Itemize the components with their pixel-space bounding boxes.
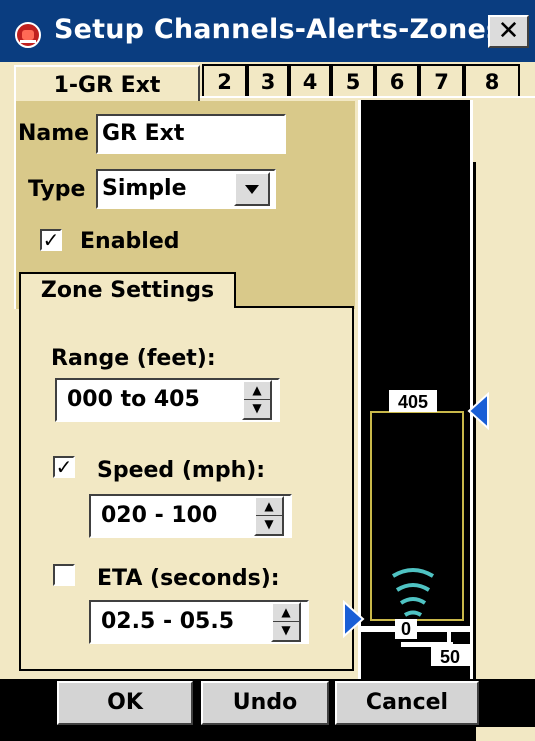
checkmark-icon: ✓ [42,228,60,252]
tab-label: 3 [260,70,276,94]
eta-value: 02.5 - 05.5 [101,609,235,634]
spin-down-icon[interactable]: ▼ [256,516,282,534]
zone-diagram: 405 0 50 [361,390,470,667]
close-button[interactable]: ✕ [488,15,529,48]
type-label: Type [28,177,86,202]
tab-7[interactable]: 7 [419,64,464,98]
spin-down-icon[interactable]: ▼ [244,400,270,418]
undo-button[interactable]: Undo [201,681,329,725]
zone-tab-join [21,302,234,308]
zone-settings-group: Range (feet): 000 to 405 ▲ ▼ ✓ Speed (mp… [19,306,354,671]
speed-checkbox[interactable]: ✓ [53,456,75,478]
name-field[interactable]: GR Ext [96,114,286,154]
signal-icon [391,568,435,617]
tab-divider [200,96,535,98]
button-bar: OK Undo Cancel [0,679,535,727]
range-field[interactable]: 000 to 405 ▲ ▼ [55,378,280,422]
right-margin [473,162,535,741]
tab-label: 6 [389,70,405,94]
type-select[interactable]: Simple [96,169,276,209]
title-bar: Setup Channels-Alerts-Zones ✕ [0,0,535,62]
spin-down-icon[interactable]: ▼ [273,622,299,640]
spin-up-icon[interactable]: ▲ [256,498,282,516]
tab-5[interactable]: 5 [331,64,375,98]
zone-top-label: 405 [398,392,428,412]
tab-4[interactable]: 4 [289,64,331,98]
tab-label: 8 [484,70,500,94]
range-spinner[interactable]: ▲ ▼ [242,380,272,420]
range-min-marker-icon[interactable] [342,600,366,640]
type-dropdown-button[interactable] [234,172,270,206]
tab-1[interactable]: 1-GR Ext [14,65,200,101]
ok-button[interactable]: OK [57,681,193,725]
speed-spinner[interactable]: ▲ ▼ [254,496,284,536]
window-title: Setup Channels-Alerts-Zones [54,14,503,45]
tab-6[interactable]: 6 [375,64,419,98]
cancel-button[interactable]: Cancel [335,681,479,725]
speed-label: Speed (mph): [97,458,266,483]
scale-label: 50 [440,647,460,667]
zone-bottom-label: 0 [401,619,411,639]
range-value: 000 to 405 [67,387,200,412]
range-max-marker-icon[interactable] [466,392,490,432]
eta-label: ETA (seconds): [97,566,280,591]
type-select-value: Simple [102,176,187,201]
enabled-label: Enabled [80,229,180,254]
tab-label: 1-GR Ext [53,73,161,98]
spin-up-icon[interactable]: ▲ [244,382,270,400]
tab-label: 4 [302,70,318,94]
chevron-down-icon [245,185,259,194]
eta-checkbox[interactable] [53,564,75,586]
divider [473,162,476,741]
name-label: Name [18,121,90,146]
close-icon: ✕ [497,16,520,46]
alert-siren-icon [15,22,41,48]
tab-label: 2 [217,70,232,94]
range-label: Range (feet): [51,346,216,371]
tab-8[interactable]: 8 [464,64,520,98]
tab-label: 5 [345,70,361,94]
checkmark-icon: ✓ [55,455,73,479]
spin-up-icon[interactable]: ▲ [273,604,299,622]
enabled-checkbox[interactable]: ✓ [40,229,62,251]
eta-field[interactable]: 02.5 - 05.5 ▲ ▼ [89,600,309,644]
zone-visualization: 405 0 50 [358,100,473,679]
zone-rectangle [370,411,464,621]
speed-field[interactable]: 020 - 100 ▲ ▼ [89,494,292,538]
tab-3[interactable]: 3 [247,64,289,98]
speed-value: 020 - 100 [101,503,218,528]
tab-2[interactable]: 2 [202,64,247,98]
tab-label: 7 [434,70,449,94]
eta-spinner[interactable]: ▲ ▼ [271,602,301,642]
